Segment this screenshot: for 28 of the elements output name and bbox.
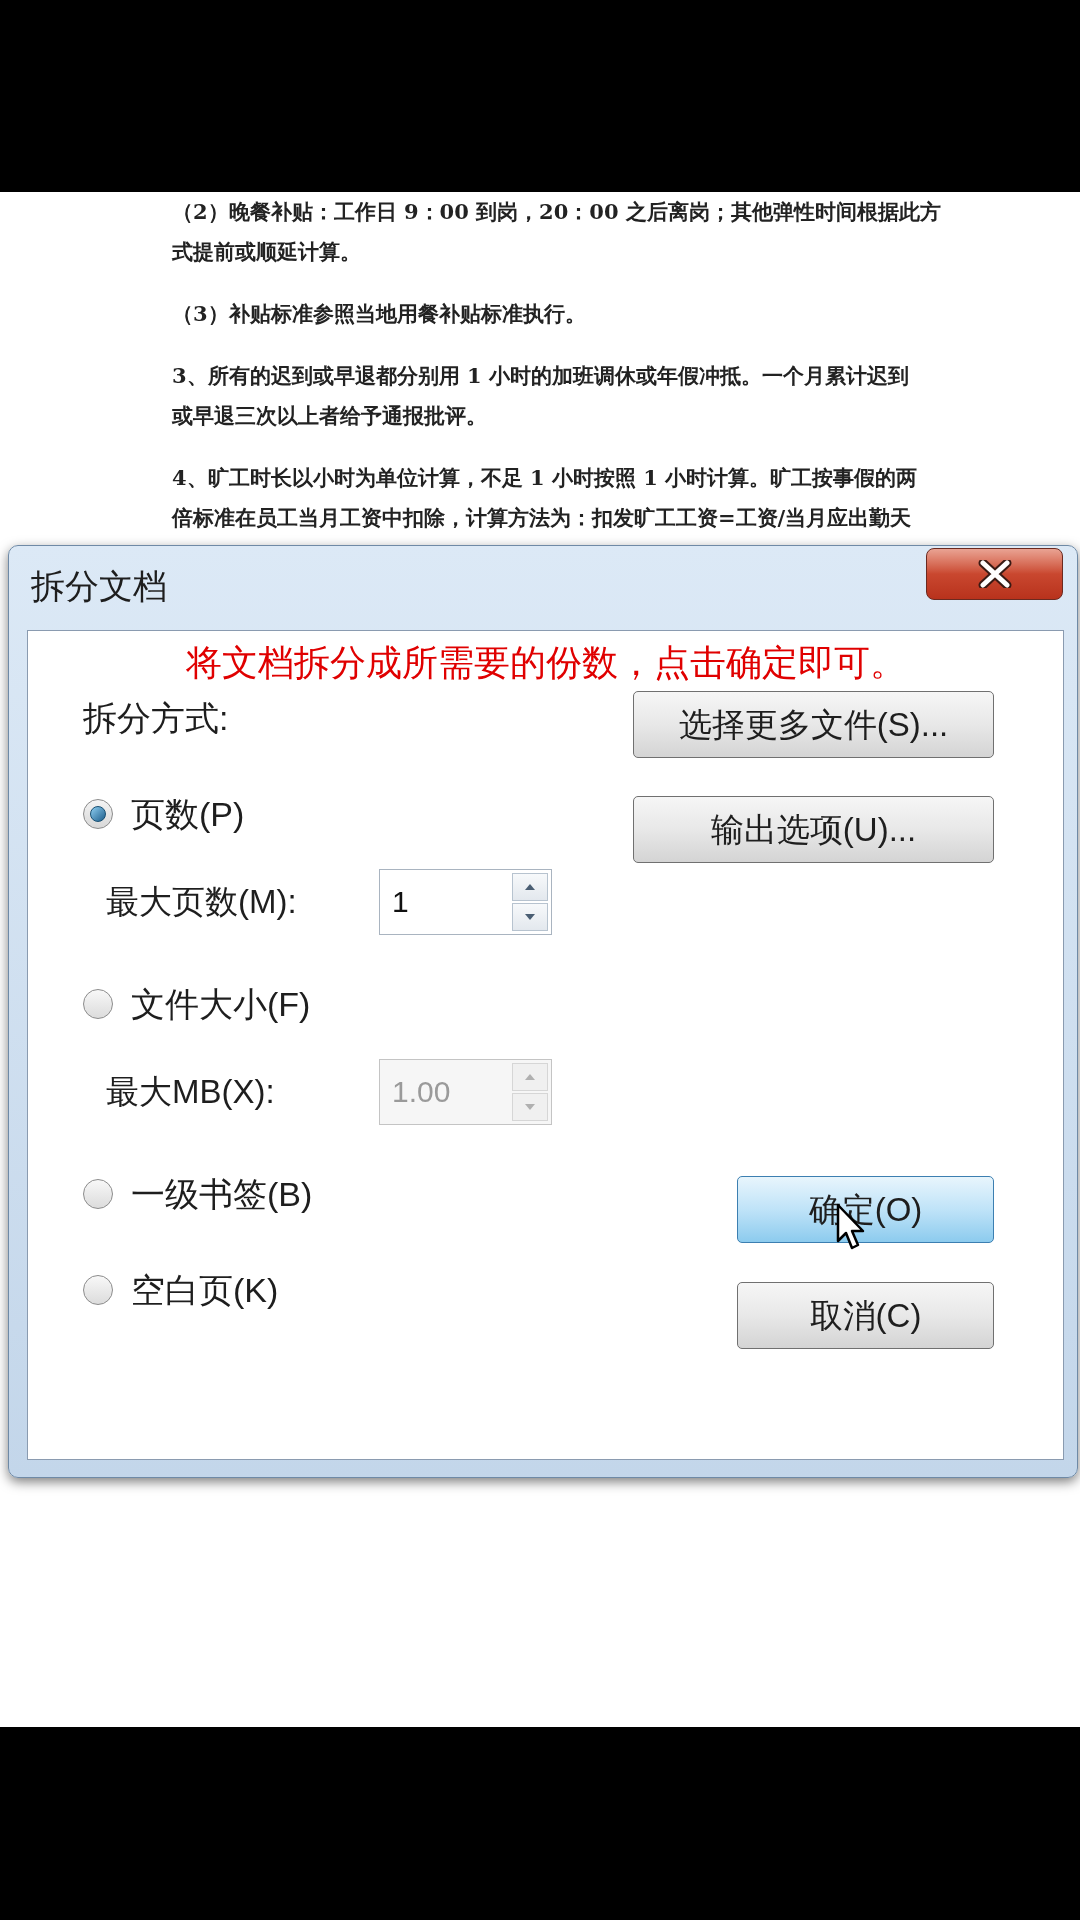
radio-label[interactable]: 一级书签(B) [131, 1168, 313, 1220]
number-spinner-field[interactable]: 1 [379, 869, 552, 935]
split-method-label: 拆分方式: [83, 698, 230, 739]
document-text-line: 4、旷工时长以小时为单位计算，不足 1 小时按照 1 小时计算。旷工按事假的两 [172, 464, 919, 492]
dialog-button[interactable]: 取消(C) [737, 1282, 994, 1349]
spin-up-button[interactable] [512, 873, 548, 901]
document-text-line: （2）晚餐补贴：工作日 9：00 到岗，20：00 之后离岗；其他弹性时间根据此方 [172, 198, 942, 226]
window-title: 拆分文档 [31, 565, 167, 607]
document-text-line: （3）补贴标准参照当地用餐补贴标准执行。 [172, 300, 587, 328]
instruction-text: 将文档拆分成所需要的份数，点击确定即可。 [184, 641, 907, 685]
field-label: 最大页数(M): [106, 882, 298, 923]
radio-label[interactable]: 空白页(K) [131, 1264, 279, 1316]
document-text-line: 或早退三次以上者给予通报批评。 [172, 402, 488, 430]
radio-button[interactable] [83, 989, 113, 1019]
document-text-line: 式提前或顺延计算。 [172, 238, 362, 266]
radio-button[interactable] [83, 1275, 113, 1305]
document-text-line: 倍标准在员工当月工资中扣除，计算方法为：扣发旷工工资=工资/当月应出勤天 [172, 504, 913, 532]
field-label: 最大MB(X): [106, 1072, 276, 1113]
dialog-button[interactable]: 输出选项(U)... [633, 796, 994, 863]
radio-button[interactable] [83, 1179, 113, 1209]
close-button[interactable] [926, 548, 1063, 600]
radio-button[interactable] [83, 799, 113, 829]
dialog-button[interactable]: 选择更多文件(S)... [633, 691, 994, 758]
radio-label[interactable]: 文件大小(F) [131, 978, 311, 1030]
radio-label[interactable]: 页数(P) [131, 788, 245, 840]
spin-down-button[interactable] [512, 903, 548, 931]
document-text-line: 3、所有的迟到或早退都分别用 1 小时的加班调休或年假冲抵。一个月累计迟到 [172, 362, 910, 390]
close-icon [977, 560, 1012, 588]
